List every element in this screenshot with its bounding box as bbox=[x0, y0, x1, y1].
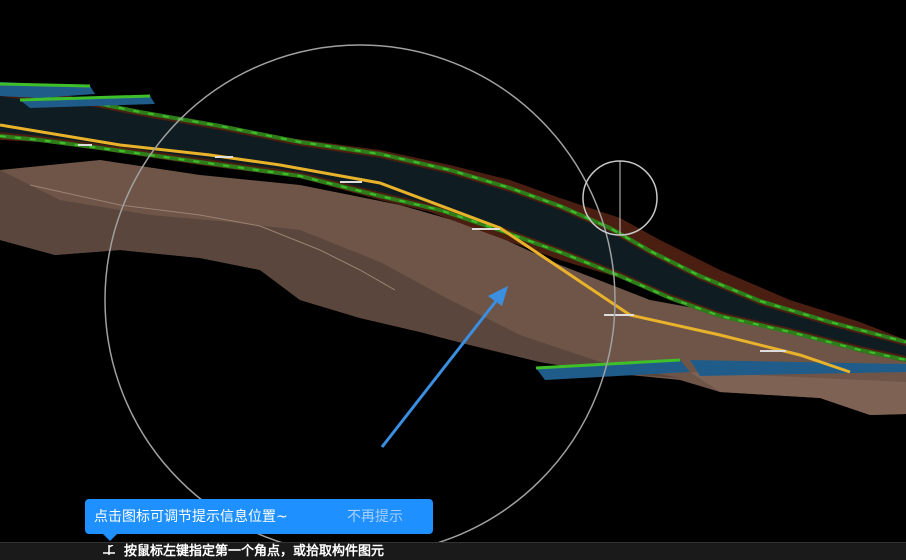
status-prompt: 按鼠标左键指定第一个角点，或拾取构件图元 bbox=[124, 544, 385, 559]
status-bar: 按鼠标左键指定第一个角点，或拾取构件图元 bbox=[0, 542, 906, 560]
crosshair-icon bbox=[103, 545, 115, 555]
3d-viewport[interactable] bbox=[0, 0, 906, 560]
hint-tooltip[interactable]: 点击图标可调节提示信息位置~ 不再提示 bbox=[85, 499, 433, 541]
hint-message: 点击图标可调节提示信息位置~ bbox=[94, 509, 288, 525]
dont-show-again-link[interactable]: 不再提示 bbox=[347, 508, 403, 526]
